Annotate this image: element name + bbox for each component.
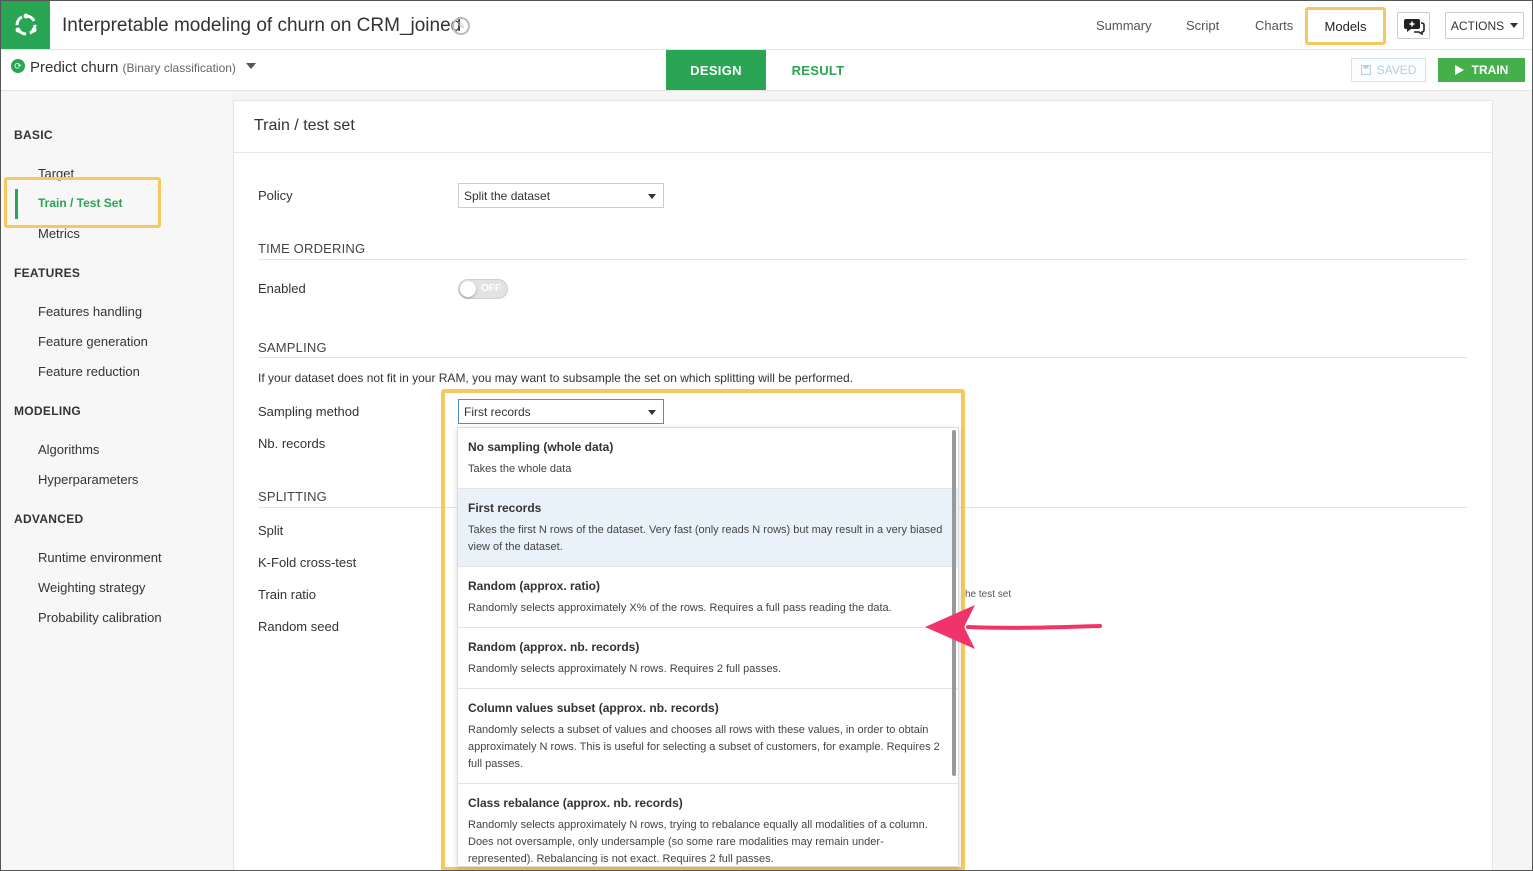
analysis-name[interactable]: Predict churn (Binary classification) xyxy=(30,59,236,76)
sidebar-section-modeling: MODELING xyxy=(14,404,82,418)
sampling-method-select[interactable]: First records xyxy=(458,399,664,424)
save-icon xyxy=(1360,65,1371,75)
sidebar-item-weighting-strategy[interactable]: Weighting strategy xyxy=(38,580,145,595)
actions-button[interactable]: ACTIONS xyxy=(1445,12,1524,39)
nav-summary[interactable]: Summary xyxy=(1096,18,1152,33)
analysis-icon: ⟳ xyxy=(11,59,25,73)
option-desc: Takes the first N rows of the dataset. V… xyxy=(468,524,943,553)
train-label: TRAIN xyxy=(1471,63,1509,77)
play-icon xyxy=(1454,65,1464,75)
policy-label: Policy xyxy=(258,188,293,203)
sidebar-item-train-test-set[interactable]: Train / Test Set xyxy=(38,196,122,210)
dropdown-option[interactable]: Random (approx. ratio) Randomly selects … xyxy=(458,567,958,628)
option-title: Random (approx. nb. records) xyxy=(468,640,640,654)
dropdown-option[interactable]: No sampling (whole data) Takes the whole… xyxy=(458,428,958,489)
option-title: No sampling (whole data) xyxy=(468,440,614,454)
saved-label: SAVED xyxy=(1376,63,1417,77)
sampling-method-dropdown: No sampling (whole data) Takes the whole… xyxy=(457,427,959,867)
dropdown-option[interactable]: Column values subset (approx. nb. record… xyxy=(458,689,958,784)
section-divider xyxy=(258,357,1467,358)
section-divider xyxy=(258,259,1467,260)
nav-models-label: Models xyxy=(1324,18,1367,34)
project-title[interactable]: Interpretable modeling of churn on CRM_j… xyxy=(62,15,461,37)
analysis-dropdown-icon[interactable] xyxy=(246,63,256,69)
random-seed-label: Random seed xyxy=(258,619,339,634)
edit-icon[interactable]: ✎ xyxy=(452,17,470,35)
dropdown-option[interactable]: Random (approx. nb. records) Randomly se… xyxy=(458,628,958,689)
saved-button[interactable]: SAVED xyxy=(1351,58,1426,82)
dropdown-option-selected[interactable]: First records Takes the first N rows of … xyxy=(458,489,958,567)
option-title: First records xyxy=(468,501,542,515)
analysis-bar: ⟳ Predict churn (Binary classification) … xyxy=(0,50,1533,91)
discussion-button[interactable] xyxy=(1397,12,1430,39)
tab-result[interactable]: RESULT xyxy=(775,50,861,90)
sidebar-item-features-handling[interactable]: Features handling xyxy=(38,304,142,319)
chat-icon xyxy=(1403,18,1425,35)
analysis-name-text: Predict churn xyxy=(30,59,119,76)
test-set-hint: he test set xyxy=(965,589,1012,600)
enabled-label: Enabled xyxy=(258,281,306,296)
option-title: Column values subset (approx. nb. record… xyxy=(468,701,719,715)
app-logo[interactable] xyxy=(1,1,50,49)
sidebar-item-feature-generation[interactable]: Feature generation xyxy=(38,334,148,349)
sidebar-item-probability-calibration[interactable]: Probability calibration xyxy=(38,610,162,625)
logo-icon xyxy=(15,13,36,36)
train-button[interactable]: TRAIN xyxy=(1438,58,1525,82)
nav-models[interactable]: Models xyxy=(1305,7,1386,45)
time-ordering-toggle[interactable]: OFF xyxy=(458,279,508,299)
option-desc: Randomly selects approximately N rows, t… xyxy=(468,819,928,865)
splitting-title: SPLITTING xyxy=(258,489,327,504)
actions-label: ACTIONS xyxy=(1450,18,1505,33)
active-indicator xyxy=(15,189,18,219)
policy-select[interactable]: Split the dataset xyxy=(458,183,664,208)
train-ratio-label: Train ratio xyxy=(258,587,317,602)
sidebar-item-runtime-environment[interactable]: Runtime environment xyxy=(38,550,162,565)
nb-records-label: Nb. records xyxy=(258,436,326,451)
option-title: Random (approx. ratio) xyxy=(468,579,601,593)
split-label: Split xyxy=(258,523,284,538)
sampling-method-value: First records xyxy=(464,405,531,419)
time-ordering-title: TIME ORDERING xyxy=(258,241,366,256)
sidebar-item-algorithms[interactable]: Algorithms xyxy=(38,442,99,457)
panel-header: Train / test set xyxy=(234,101,1492,153)
sampling-method-label: Sampling method xyxy=(258,404,360,419)
sidebar-item-metrics[interactable]: Metrics xyxy=(38,226,80,241)
analysis-type: (Binary classification) xyxy=(122,61,236,75)
nav-charts[interactable]: Charts xyxy=(1255,18,1293,33)
nav-script[interactable]: Script xyxy=(1186,18,1219,33)
sidebar-item-feature-reduction[interactable]: Feature reduction xyxy=(38,364,140,379)
sidebar-section-advanced: ADVANCED xyxy=(14,512,84,526)
option-title: Class rebalance (approx. nb. records) xyxy=(468,796,683,810)
option-desc: Randomly selects approximately X% of the… xyxy=(468,602,892,614)
policy-value: Split the dataset xyxy=(464,189,551,203)
option-desc: Randomly selects approximately N rows. R… xyxy=(468,663,782,675)
annotation-arrow-icon xyxy=(925,605,1102,649)
sampling-title: SAMPLING xyxy=(258,340,327,355)
option-desc: Takes the whole data xyxy=(468,463,572,475)
caret-down-icon xyxy=(1510,23,1519,28)
sidebar-item-hyperparameters[interactable]: Hyperparameters xyxy=(38,472,138,487)
kfold-label: K-Fold cross-test xyxy=(258,555,357,570)
panel-title: Train / test set xyxy=(254,117,355,134)
caret-down-icon xyxy=(648,194,656,199)
caret-down-icon xyxy=(648,410,656,415)
top-bar: Interpretable modeling of churn on CRM_j… xyxy=(0,0,1533,50)
toggle-text: OFF xyxy=(481,283,501,294)
sidebar-section-basic: BASIC xyxy=(14,128,53,142)
sampling-hint: If your dataset does not fit in your RAM… xyxy=(258,371,853,385)
option-desc: Randomly selects a subset of values and … xyxy=(468,724,940,770)
tab-design[interactable]: DESIGN xyxy=(666,50,766,90)
toggle-knob xyxy=(460,281,476,297)
dropdown-option[interactable]: Class rebalance (approx. nb. records) Ra… xyxy=(458,784,958,866)
sidebar-section-features: FEATURES xyxy=(14,266,81,280)
